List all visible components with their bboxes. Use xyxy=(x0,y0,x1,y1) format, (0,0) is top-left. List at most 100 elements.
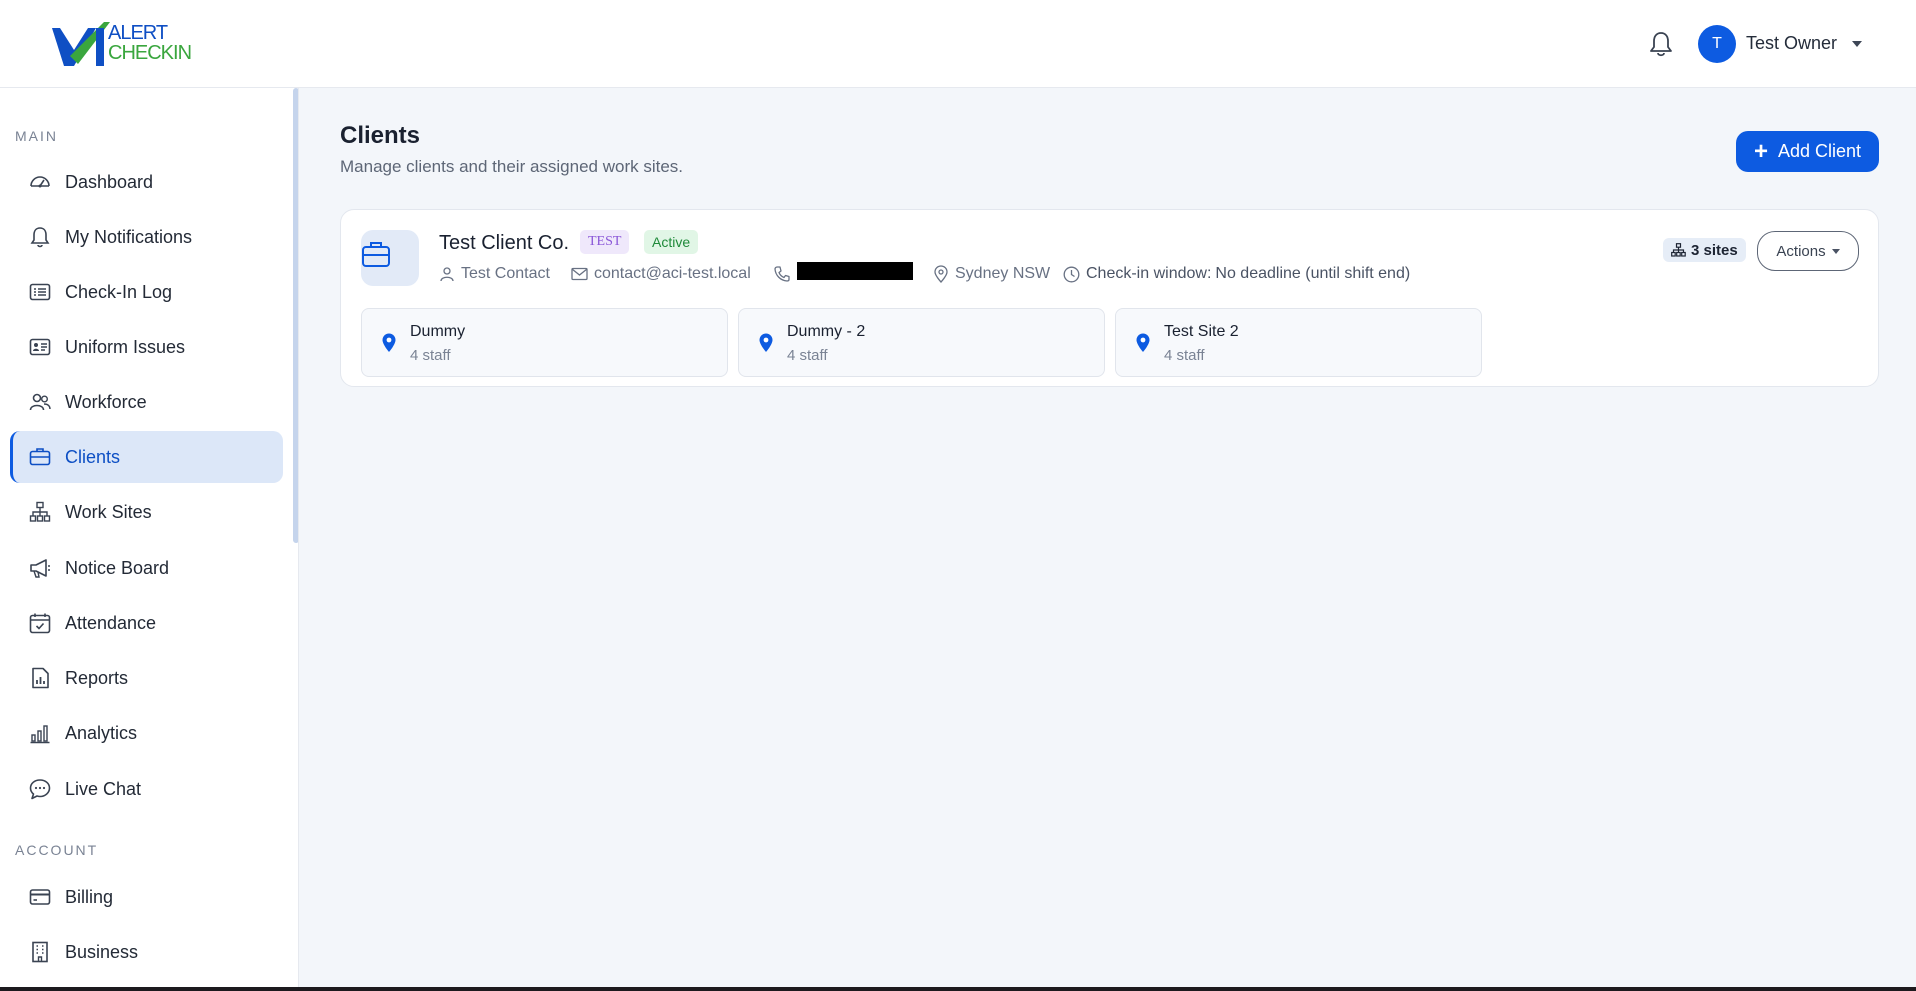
map-pin-icon xyxy=(759,333,773,352)
map-pin-icon xyxy=(934,265,948,283)
sidebar-item-notice-board[interactable]: Notice Board xyxy=(10,542,283,594)
logo-mark-icon xyxy=(52,22,110,66)
chevron-down-icon xyxy=(1831,248,1840,254)
sites-count: 3 sites xyxy=(1691,241,1738,259)
section-label-account: ACCOUNT xyxy=(15,842,99,858)
sidebar-item-label: Live Chat xyxy=(65,779,142,799)
bell-icon xyxy=(30,227,50,248)
sidebar-item-label: Work Sites xyxy=(65,502,152,522)
speedometer-icon xyxy=(30,176,50,188)
checkin-label: Check-in window: xyxy=(1086,265,1212,282)
location-text: Sydney NSW xyxy=(955,265,1051,282)
briefcase-icon xyxy=(29,448,51,466)
contact-email[interactable]: contact@aci-test.local xyxy=(594,265,751,283)
redacted-phone-number xyxy=(797,262,913,280)
sidebar-item-label: Attendance xyxy=(65,613,157,633)
sitemap-icon xyxy=(1671,243,1686,257)
site-name: Dummy - 2 xyxy=(787,323,866,340)
app-logo[interactable]: ALERT CHECKIN xyxy=(52,22,192,66)
actions-label: Actions xyxy=(1776,242,1826,260)
sidebar-item-label: Analytics xyxy=(65,723,138,743)
id-card-icon xyxy=(29,338,51,356)
sidebar-item-work-sites[interactable]: Work Sites xyxy=(10,486,283,538)
avatar[interactable]: T xyxy=(1698,25,1736,63)
sidebar-item-my-notifications[interactable]: My Notifications xyxy=(10,211,283,263)
site-card-test-site-2[interactable]: Test Site 2 4 staff xyxy=(1115,308,1482,377)
section-label-main: MAIN xyxy=(15,128,58,144)
add-client-label: Add Client xyxy=(1777,141,1862,161)
sidebar-item-workforce[interactable]: Workforce xyxy=(10,376,283,428)
sidebar-item-label: My Notifications xyxy=(65,227,193,247)
client-email: contact@aci-test.local xyxy=(571,263,751,285)
chat-icon xyxy=(29,779,51,800)
report-icon xyxy=(32,667,49,689)
client-name[interactable]: Test Client Co. xyxy=(439,232,569,255)
sidebar-item-label: Dashboard xyxy=(65,172,154,192)
page-title: Clients xyxy=(340,122,421,149)
sidebar-item-live-chat[interactable]: Live Chat xyxy=(10,763,283,815)
client-contact: Test Contact xyxy=(439,263,550,285)
site-name: Dummy xyxy=(410,323,466,340)
top-bar: ALERT CHECKIN T Test Owner xyxy=(0,0,1916,88)
sidebar-item-label: Reports xyxy=(65,668,129,688)
status-badge: Active xyxy=(644,230,699,254)
map-pin-icon xyxy=(1136,333,1150,352)
client-phone xyxy=(773,263,791,285)
site-name: Test Site 2 xyxy=(1164,323,1239,340)
site-card-dummy-2[interactable]: Dummy - 2 4 staff xyxy=(738,308,1105,377)
bar-chart-icon xyxy=(30,725,50,744)
actions-dropdown-button[interactable]: Actions xyxy=(1757,231,1859,271)
client-location: Sydney NSW xyxy=(933,263,1050,285)
site-staff-count: 4 staff xyxy=(1164,347,1205,364)
person-icon xyxy=(440,267,454,282)
site-card-dummy[interactable]: Dummy 4 staff xyxy=(361,308,728,377)
sidebar-item-billing[interactable]: Billing xyxy=(10,871,283,923)
logo-text-checkin: CHECKIN xyxy=(108,42,192,64)
sidebar-item-label: Billing xyxy=(65,887,114,907)
checkin-value: No deadline (until shift end) xyxy=(1215,265,1411,282)
window-bottom-edge xyxy=(0,987,1916,991)
sidebar-item-label: Check-In Log xyxy=(65,282,173,302)
client-avatar xyxy=(361,230,419,286)
client-card: Test Client Co. TEST Active Test Contact… xyxy=(340,209,1879,387)
map-pin-icon xyxy=(382,333,396,352)
sidebar-item-attendance[interactable]: Attendance xyxy=(10,597,283,649)
sidebar-item-label: Uniform Issues xyxy=(65,337,186,357)
bell-icon[interactable] xyxy=(1648,30,1674,58)
sidebar: MAIN Dashboard My Notifications Check-In… xyxy=(0,88,299,991)
sidebar-item-uniform-issues[interactable]: Uniform Issues xyxy=(10,321,283,373)
clock-icon xyxy=(1063,266,1080,282)
sidebar-item-label: Clients xyxy=(65,447,121,467)
site-staff-count: 4 staff xyxy=(410,347,451,364)
logo-text-alert: ALERT xyxy=(108,22,168,44)
client-checkin-window: Check-in window: No deadline (until shif… xyxy=(1063,263,1410,285)
list-card-icon xyxy=(29,283,51,301)
site-staff-count: 4 staff xyxy=(787,347,828,364)
sites-count-badge: 3 sites xyxy=(1663,238,1746,262)
building-icon xyxy=(32,941,48,963)
megaphone-icon xyxy=(30,559,50,578)
add-client-button[interactable]: + Add Client xyxy=(1736,131,1879,172)
sidebar-scrollbar[interactable] xyxy=(293,88,298,543)
briefcase-icon xyxy=(362,242,390,267)
sidebar-item-reports[interactable]: Reports xyxy=(10,652,283,704)
plus-icon: + xyxy=(1753,137,1768,165)
chevron-down-icon[interactable] xyxy=(1852,41,1862,47)
user-menu-name[interactable]: Test Owner xyxy=(1746,33,1837,54)
test-badge: TEST xyxy=(580,230,630,254)
sidebar-item-dashboard[interactable]: Dashboard xyxy=(10,156,283,208)
sidebar-item-clients[interactable]: Clients xyxy=(10,431,283,483)
sidebar-item-check-in-log[interactable]: Check-In Log xyxy=(10,266,283,318)
envelope-icon xyxy=(571,267,588,281)
sidebar-item-label: Business xyxy=(65,942,139,962)
page-subtitle: Manage clients and their assigned work s… xyxy=(340,157,684,176)
sitemap-icon xyxy=(29,501,51,522)
people-icon xyxy=(29,393,51,411)
sidebar-item-analytics[interactable]: Analytics xyxy=(10,707,283,759)
phone-icon xyxy=(774,266,790,282)
contact-name: Test Contact xyxy=(461,265,550,282)
credit-card-icon xyxy=(29,889,51,905)
sidebar-item-label: Notice Board xyxy=(65,558,170,578)
sidebar-item-label: Workforce xyxy=(65,392,147,412)
sidebar-item-business[interactable]: Business xyxy=(10,926,283,978)
